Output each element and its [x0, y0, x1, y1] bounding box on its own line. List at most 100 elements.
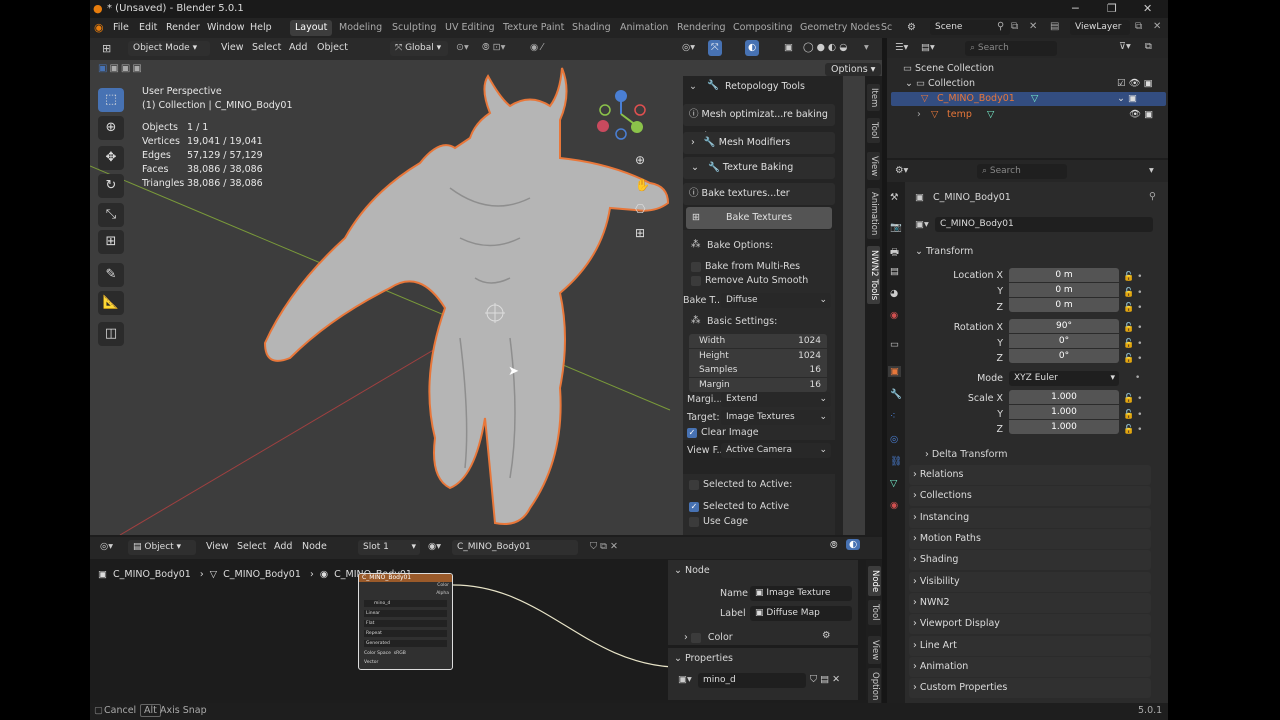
remove-smooth-checkbox[interactable]: Remove Auto Smooth — [691, 275, 808, 286]
tab-texture-paint[interactable]: Texture Paint — [503, 22, 564, 33]
new-collection-icon[interactable]: ⧉ — [1145, 41, 1152, 52]
minimize-button[interactable]: ─ — [1072, 2, 1079, 15]
measure-tool[interactable]: 📐 — [98, 291, 124, 315]
bake-type-dropdown[interactable]: Diffuse ⌄ — [721, 293, 831, 308]
transform-section[interactable]: ⌄ Transform — [915, 246, 973, 257]
tab-node-view[interactable]: View — [868, 636, 881, 665]
shading-mode-icons[interactable]: ◯●◐◒ — [803, 42, 851, 53]
tab-shading[interactable]: Shading — [572, 22, 611, 33]
scene-icon[interactable]: ⚙ — [907, 22, 916, 33]
viewport-menu-object[interactable]: Object — [317, 42, 348, 53]
breadcrumb-mesh[interactable]: C_MINO_Body01 — [223, 569, 301, 580]
collections-section[interactable]: › Collections — [909, 486, 1151, 506]
tab-node[interactable]: Node — [868, 566, 881, 597]
bake-textures-button[interactable]: ⊞ Bake Textures — [686, 207, 832, 229]
node-source-field[interactable]: Generated — [364, 640, 447, 647]
navigation-gizmo[interactable] — [595, 88, 655, 148]
maximize-button[interactable]: ❐ — [1107, 2, 1117, 15]
tab-uv-editing[interactable]: UV Editing — [445, 22, 495, 33]
visibility-icon[interactable]: ◎▾ — [682, 42, 695, 53]
properties-type-icon[interactable]: ⚙▾ — [895, 165, 908, 176]
add-cube-tool[interactable]: ◫ — [98, 322, 124, 346]
menu-help[interactable]: Help — [250, 22, 272, 33]
select-box-tool[interactable]: ⬚ — [98, 88, 124, 112]
transform-tool[interactable]: ⊞ — [98, 230, 124, 254]
tab-view[interactable]: View — [867, 152, 880, 181]
view-layer-selector[interactable]: ViewLayer — [1070, 20, 1130, 35]
output-tab-icon[interactable]: 🖶 — [890, 245, 899, 261]
node-label-field[interactable]: ▣ Diffuse Map — [750, 606, 852, 621]
material-browse-icon[interactable]: ◉▾ — [428, 541, 441, 552]
image-browse-icon[interactable]: ▣▾ — [678, 674, 692, 685]
custom-properties-section[interactable]: › Custom Properties — [909, 678, 1151, 698]
tab-animation[interactable]: Animation — [620, 22, 668, 33]
rotation-z-field[interactable]: 0° — [1009, 349, 1119, 363]
line-art-section[interactable]: › Line Art — [909, 636, 1151, 656]
margin-type-dropdown[interactable]: Extend ⌄ — [721, 392, 831, 407]
editor-type-icon[interactable]: ⊞ — [102, 42, 111, 55]
node-colorspace-row[interactable]: Color Space sRGB — [364, 650, 447, 657]
tab-nwn2-tools[interactable]: NWN2 Tools — [867, 246, 880, 305]
snapping-icon[interactable]: ⦾ — [830, 540, 838, 551]
properties-options-icon[interactable]: ▾ — [1149, 165, 1154, 176]
menu-window[interactable]: Window — [207, 22, 244, 33]
node-image-field[interactable]: mino_d — [364, 600, 447, 607]
node-extension-field[interactable]: Repeat — [364, 630, 447, 637]
constraints-tab-icon[interactable]: ⛓ — [890, 456, 902, 467]
tab-compositing[interactable]: Compositing — [733, 22, 793, 33]
outliner-temp-label[interactable]: temp — [947, 109, 972, 120]
breadcrumb-object[interactable]: C_MINO_Body01 — [113, 569, 191, 580]
overlay-toggle-icon[interactable]: ◐ — [745, 40, 760, 56]
tab-node-options[interactable]: Option — [868, 668, 881, 705]
tab-animation[interactable]: Animation — [867, 188, 880, 240]
zoom-icon[interactable]: ⊕ — [635, 153, 645, 167]
shading-section[interactable]: › Shading — [909, 550, 1151, 570]
data-tab-icon[interactable]: ▽ — [890, 478, 897, 489]
new-scene-icon[interactable]: ⧉ — [1011, 21, 1018, 32]
node-editor-type-icon[interactable]: ◎▾ — [100, 541, 113, 552]
mode-keyframe-icon[interactable]: • — [1135, 373, 1140, 383]
viewport-menu-select[interactable]: Select — [252, 42, 281, 53]
texture-baking-panel[interactable]: ⌄ 🔧 Texture Baking — [683, 157, 835, 179]
object-tab-icon[interactable]: ▣ — [888, 366, 901, 377]
relations-section[interactable]: › Relations — [909, 465, 1151, 485]
samples-field[interactable]: Samples 16 — [689, 363, 827, 377]
pivot-icon[interactable]: ⊙▾ — [456, 42, 469, 53]
gizmo-toggle-icon[interactable]: ⤧ — [708, 40, 722, 56]
node-name-field[interactable]: ▣ Image Texture — [750, 586, 852, 601]
location-lock-icons[interactable]: 🔓 • 🔓 • 🔓 • — [1123, 270, 1142, 317]
viewport-display-section[interactable]: › Viewport Display — [909, 614, 1151, 634]
render-tab-icon[interactable]: 📷 — [890, 222, 902, 233]
object-name-field[interactable]: C_MINO_Body01 — [935, 217, 1153, 232]
row-visibility-icons[interactable]: ⌄ ▣ — [1117, 93, 1137, 104]
node-projection-field[interactable]: Flat — [364, 620, 447, 627]
shader-node-editor[interactable]: ◎▾ ▤ Object ▾ View Select Add Node Slot … — [90, 537, 882, 705]
scale-tool[interactable]: ⤡ — [98, 203, 124, 227]
node-interpolation-field[interactable]: Linear — [364, 610, 447, 617]
scale-z-field[interactable]: 1.000 — [1009, 420, 1119, 434]
bake-multires-checkbox[interactable]: Bake from Multi-Res — [691, 261, 800, 272]
mode-selector[interactable]: Object Mode ▾ — [128, 41, 210, 56]
visibility-section[interactable]: › Visibility — [909, 572, 1151, 592]
pin-icon[interactable]: ⚲ — [997, 21, 1004, 32]
expand-chevron-icon[interactable]: › — [917, 109, 921, 120]
blender-menu-icon[interactable]: ◉ — [94, 21, 104, 34]
modifier-tab-icon[interactable]: 🔧 — [890, 389, 902, 400]
node-section-header[interactable]: ⌄ Node — [674, 565, 710, 576]
outliner-type-icon[interactable]: ☰▾ — [895, 42, 908, 53]
retopology-header[interactable]: ⌄ 🔧 Retopology Tools — [683, 76, 843, 98]
node-menu-view[interactable]: View — [206, 541, 229, 552]
tool-tab-icon[interactable]: ⚒ — [890, 192, 899, 203]
xray-icon[interactable]: ▣ — [784, 42, 793, 53]
view-from-dropdown[interactable]: Active Camera ⌄ — [721, 443, 831, 458]
material-name-field[interactable]: C_MINO_Body01 — [452, 540, 578, 555]
nwn2-section[interactable]: › NWN2 — [909, 593, 1151, 613]
location-y-field[interactable]: 0 m — [1009, 283, 1119, 297]
use-cage-checkbox[interactable]: Use Cage — [689, 516, 748, 527]
shader-type-selector[interactable]: ▤ Object ▾ — [128, 540, 196, 555]
location-x-field[interactable]: 0 m — [1009, 268, 1119, 282]
material-tab-icon[interactable]: ◉ — [890, 500, 898, 511]
menu-render[interactable]: Render — [166, 22, 200, 33]
rotation-mode-dropdown[interactable]: XYZ Euler ▾ — [1009, 371, 1119, 386]
collection-tab-icon[interactable]: ▭ — [890, 339, 899, 350]
